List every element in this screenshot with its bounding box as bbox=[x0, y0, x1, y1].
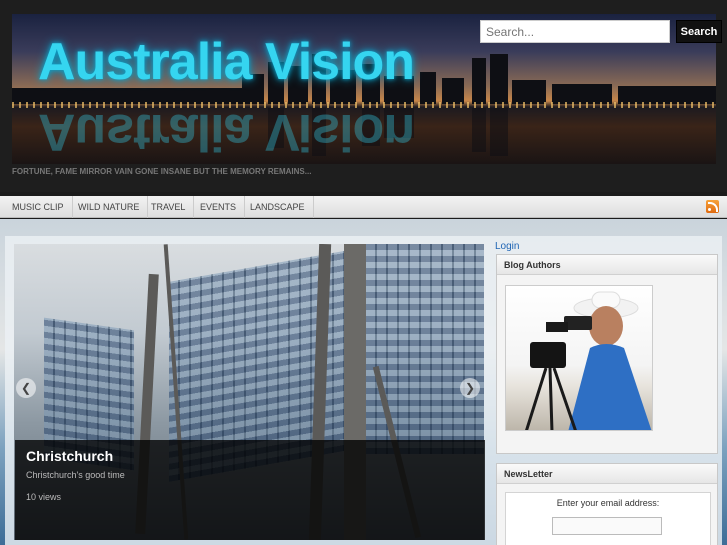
blog-authors-widget: Blog Authors bbox=[496, 254, 718, 454]
newsletter-widget: NewsLetter Enter your email address: bbox=[496, 463, 718, 545]
chevron-left-icon: ❮ bbox=[20, 381, 32, 395]
site-title-reflection: Australia Vision bbox=[38, 103, 415, 161]
slider-next-button[interactable]: ❯ bbox=[460, 378, 480, 398]
slide-view-count: 10 views bbox=[26, 492, 62, 502]
widget-title: Blog Authors bbox=[497, 255, 717, 275]
rss-icon[interactable] bbox=[706, 200, 719, 213]
widget-title: NewsLetter bbox=[497, 464, 717, 484]
site-header: Australia Vision Australia Vision Search… bbox=[0, 0, 727, 192]
nav-item-landscape[interactable]: LANDSCAPE bbox=[242, 196, 314, 218]
newsletter-email-input[interactable] bbox=[552, 517, 662, 535]
chevron-right-icon: ❯ bbox=[464, 381, 476, 395]
newsletter-form: Enter your email address: bbox=[505, 492, 711, 545]
login-link[interactable]: Login bbox=[495, 241, 519, 252]
slide-description: Christchurch's good time bbox=[26, 470, 125, 480]
newsletter-label: Enter your email address: bbox=[556, 498, 660, 508]
site-title[interactable]: Australia Vision bbox=[38, 32, 415, 92]
main-navigation: MUSIC CLIP WILD NATURE TRAVEL EVENTS LAN… bbox=[0, 196, 727, 218]
slide-caption: Christchurch Christchurch's good time 10… bbox=[15, 440, 485, 540]
site-tagline: FORTUNE, FAME MIRROR VAIN GONE INSANE BU… bbox=[12, 167, 312, 176]
slide-title[interactable]: Christchurch bbox=[26, 448, 113, 464]
nav-item-music-clip[interactable]: MUSIC CLIP bbox=[4, 196, 73, 218]
search-button[interactable]: Search bbox=[676, 20, 722, 43]
nav-item-events[interactable]: EVENTS bbox=[192, 196, 246, 218]
slider-prev-button[interactable]: ❮ bbox=[16, 378, 36, 398]
nav-item-travel[interactable]: TRAVEL bbox=[143, 196, 195, 218]
nav-item-wild-nature[interactable]: WILD NATURE bbox=[70, 196, 149, 218]
search-input[interactable] bbox=[480, 20, 670, 43]
author-photo[interactable] bbox=[505, 285, 653, 431]
